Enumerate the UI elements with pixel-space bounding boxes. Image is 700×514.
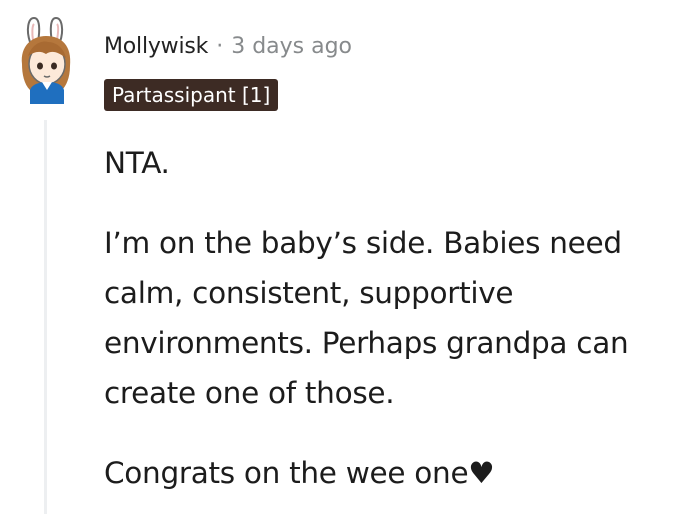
comment: Mollywisk · 3 days ago Partassipant [1] … bbox=[0, 0, 700, 514]
comment-timestamp-link[interactable]: 3 days ago bbox=[231, 34, 352, 59]
meta-separator: · bbox=[216, 33, 224, 59]
user-avatar[interactable] bbox=[12, 12, 82, 107]
bunny-ears-avatar-icon bbox=[21, 16, 71, 104]
comment-meta: Mollywisk · 3 days ago bbox=[104, 30, 352, 62]
comment-paragraph: I’m on the baby’s side. Babies need calm… bbox=[104, 226, 629, 410]
comment-author-link[interactable]: Mollywisk bbox=[104, 34, 208, 59]
comment-paragraph: Congrats on the wee one♥ bbox=[104, 456, 495, 490]
user-flair-badge: Partassipant [1] bbox=[104, 79, 279, 111]
comment-paragraph: NTA. bbox=[104, 146, 170, 180]
thread-collapse-line[interactable] bbox=[44, 120, 47, 514]
comment-body: NTA. I’m on the baby’s side. Babies need… bbox=[104, 138, 694, 498]
